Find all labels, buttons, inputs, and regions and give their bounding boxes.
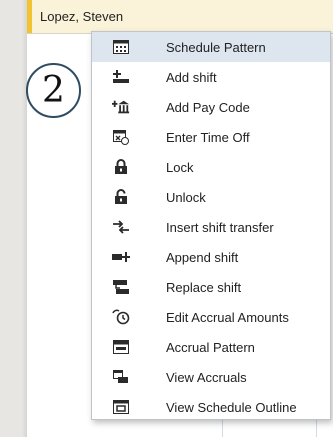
menu-item-add-shift[interactable]: Add shift — [92, 62, 330, 92]
add-shift-icon — [112, 68, 130, 86]
menu-item-label: View Accruals — [166, 369, 247, 385]
view-accruals-icon — [112, 368, 130, 386]
menu-item-label: Add shift — [166, 69, 217, 85]
context-menu: Schedule Pattern Add shift Add Pay Code — [91, 31, 331, 420]
accrual-pattern-icon — [112, 338, 130, 356]
schedule-outline-icon — [112, 398, 130, 416]
calendar-grid-icon — [112, 38, 130, 56]
menu-item-label: Insert shift transfer — [166, 219, 274, 235]
menu-item-label: Lock — [166, 159, 194, 175]
replace-shift-icon — [112, 278, 130, 296]
menu-item-label: Enter Time Off — [166, 129, 250, 145]
menu-item-add-pay-code[interactable]: Add Pay Code — [92, 92, 330, 122]
unlock-icon — [112, 188, 130, 206]
menu-item-label: Edit Accrual Amounts — [166, 309, 289, 325]
menu-item-label: Accrual Pattern — [166, 339, 255, 355]
step-number-badge: 2 — [26, 63, 81, 118]
lock-icon — [112, 158, 130, 176]
menu-item-label: Replace shift — [166, 279, 242, 295]
menu-item-edit-accrual-amounts[interactable]: Edit Accrual Amounts — [92, 302, 330, 332]
menu-item-label: Schedule Pattern — [166, 39, 266, 55]
add-pay-code-icon — [112, 98, 130, 116]
edit-accrual-icon — [112, 308, 130, 326]
time-off-icon — [112, 128, 130, 146]
menu-item-replace-shift[interactable]: Replace shift — [92, 272, 330, 302]
menu-item-accrual-pattern[interactable]: Accrual Pattern — [92, 332, 330, 362]
menu-item-lock[interactable]: Lock — [92, 152, 330, 182]
menu-item-label: Append shift — [166, 249, 239, 265]
append-shift-icon — [112, 248, 130, 266]
menu-item-enter-time-off[interactable]: Enter Time Off — [92, 122, 330, 152]
menu-item-unlock[interactable]: Unlock — [92, 182, 330, 212]
menu-item-schedule-pattern[interactable]: Schedule Pattern — [92, 32, 330, 62]
menu-item-label: View Schedule Outline — [166, 399, 297, 415]
employee-row-accent — [27, 0, 32, 33]
menu-item-label: Unlock — [166, 189, 206, 205]
employee-name: Lopez, Steven — [40, 9, 124, 24]
menu-item-view-schedule-outline[interactable]: View Schedule Outline — [92, 392, 330, 422]
menu-item-insert-shift-transfer[interactable]: Insert shift transfer — [92, 212, 330, 242]
menu-item-append-shift[interactable]: Append shift — [92, 242, 330, 272]
menu-item-view-accruals[interactable]: View Accruals — [92, 362, 330, 392]
shift-transfer-icon — [112, 218, 130, 236]
menu-item-label: Add Pay Code — [166, 99, 250, 115]
